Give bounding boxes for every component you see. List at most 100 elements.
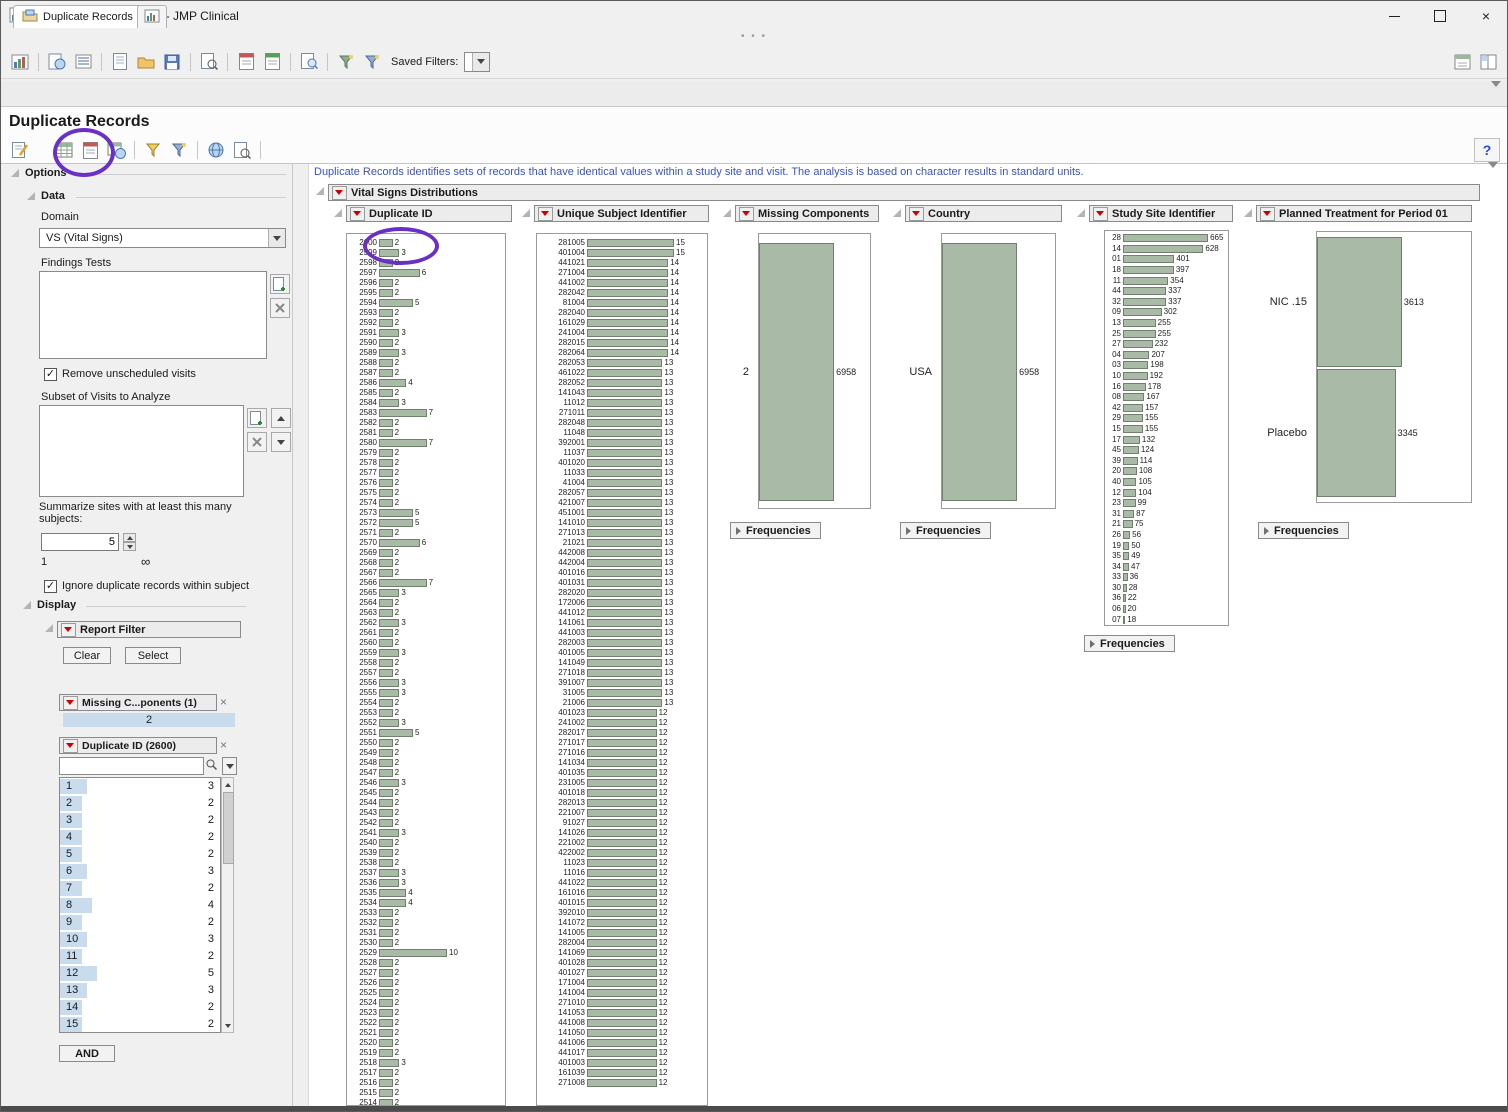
globe-document-icon[interactable] bbox=[45, 51, 69, 73]
histogram-bar[interactable] bbox=[1123, 372, 1148, 380]
tab-chart-view[interactable] bbox=[137, 5, 167, 28]
histogram-bar[interactable] bbox=[379, 969, 393, 977]
histogram-bar[interactable] bbox=[1123, 361, 1148, 369]
histogram-bar[interactable] bbox=[587, 719, 657, 727]
vital-signs-disclosure-icon[interactable] bbox=[316, 187, 324, 195]
histogram-bar-row[interactable]: 25582 bbox=[347, 658, 505, 668]
filter-list-row[interactable]: 92 bbox=[60, 914, 220, 931]
histogram-bar-row[interactable]: 28200313 bbox=[537, 638, 707, 648]
filter-yellow-icon[interactable] bbox=[141, 139, 165, 161]
histogram-bar-row[interactable]: 42200212 bbox=[537, 848, 707, 858]
window-layout-icon[interactable] bbox=[1476, 51, 1500, 73]
histogram-bar-row[interactable]: 25255 bbox=[1105, 328, 1228, 339]
histogram-bar[interactable] bbox=[379, 739, 393, 747]
histogram-bar[interactable] bbox=[587, 549, 662, 557]
histogram-bar[interactable] bbox=[1123, 330, 1156, 338]
histogram-bar[interactable] bbox=[379, 549, 393, 557]
preview-report-icon[interactable] bbox=[230, 139, 254, 161]
histogram-bar[interactable] bbox=[587, 369, 662, 377]
histogram-bar[interactable] bbox=[587, 859, 657, 867]
green-report-icon[interactable] bbox=[260, 51, 284, 73]
histogram-bar[interactable] bbox=[587, 529, 662, 537]
histogram-bar-row[interactable]: 39201012 bbox=[537, 908, 707, 918]
histogram-bar-row[interactable]: 45124 bbox=[1105, 445, 1228, 456]
remove-findings-test-button[interactable] bbox=[270, 298, 290, 318]
filter-save-icon[interactable] bbox=[360, 51, 384, 73]
histogram-bar-row[interactable]: 40102812 bbox=[537, 958, 707, 968]
histogram-bar-row[interactable]: 25162 bbox=[347, 1078, 505, 1088]
vital-signs-outline-header[interactable]: Vital Signs Distributions bbox=[328, 184, 1480, 201]
histogram-bar-row[interactable]: 25272 bbox=[347, 968, 505, 978]
histogram-bar-row[interactable]: 25422 bbox=[347, 818, 505, 828]
histogram-bar[interactable] bbox=[587, 349, 668, 357]
histogram-bar-row[interactable]: 39100713 bbox=[537, 678, 707, 688]
histogram-bar-row[interactable]: 25523 bbox=[347, 718, 505, 728]
red-table-icon[interactable] bbox=[78, 139, 102, 161]
data-filter-icon[interactable] bbox=[1488, 168, 1498, 180]
histogram-bar[interactable] bbox=[587, 539, 662, 547]
histogram-bar[interactable] bbox=[587, 839, 657, 847]
histogram-bar[interactable] bbox=[587, 309, 668, 317]
histogram-bar-row[interactable]: 03198 bbox=[1105, 360, 1228, 371]
red-triangle-icon[interactable] bbox=[909, 207, 924, 221]
help-button[interactable]: ? bbox=[1474, 138, 1500, 162]
histogram-bar[interactable] bbox=[587, 519, 662, 527]
country-disclosure-icon[interactable] bbox=[893, 209, 901, 217]
histogram-bar-row[interactable]: 14106113 bbox=[537, 618, 707, 628]
histogram-bar-row[interactable]: 0620 bbox=[1105, 604, 1228, 615]
filter-list-row[interactable]: 112 bbox=[60, 948, 220, 965]
close-filter-icon[interactable]: × bbox=[220, 695, 227, 709]
preview-document-icon[interactable] bbox=[197, 51, 221, 73]
histogram-bar-row[interactable]: 25202 bbox=[347, 1038, 505, 1048]
histogram-bar-row[interactable]: 14628 bbox=[1105, 244, 1228, 255]
histogram-bar[interactable] bbox=[587, 829, 657, 837]
histogram-bar[interactable] bbox=[379, 589, 399, 597]
histogram-bar-row[interactable]: 18397 bbox=[1105, 265, 1228, 276]
tab-duplicate-records[interactable]: Duplicate Records bbox=[13, 5, 142, 28]
scroll-up-icon[interactable] bbox=[222, 778, 233, 791]
histogram-bar-row[interactable]: 25593 bbox=[347, 648, 505, 658]
histogram-bar[interactable] bbox=[1123, 393, 1144, 401]
histogram-bar[interactable] bbox=[587, 279, 668, 287]
options-disclosure-icon[interactable] bbox=[11, 169, 19, 177]
histogram-bar-row[interactable]: 27100414 bbox=[537, 268, 707, 278]
filter-list-row[interactable]: 133 bbox=[60, 982, 220, 999]
histogram-bar-row[interactable]: 25976 bbox=[347, 268, 505, 278]
histogram-bar[interactable] bbox=[942, 243, 1017, 502]
histogram-bar[interactable] bbox=[379, 269, 420, 277]
histogram-bar-row[interactable]: 09302 bbox=[1105, 307, 1228, 318]
histogram-bar[interactable] bbox=[379, 1029, 393, 1037]
histogram-bar-row[interactable]: 17132 bbox=[1105, 434, 1228, 445]
histogram-bar-row[interactable]: 17100412 bbox=[537, 978, 707, 988]
filter-list-row[interactable]: 52 bbox=[60, 846, 220, 863]
histogram-bar-row[interactable]: 44101213 bbox=[537, 608, 707, 618]
data-table-icon[interactable] bbox=[52, 139, 76, 161]
panel-splitter[interactable] bbox=[293, 164, 309, 1106]
histogram-bar-row[interactable]: 28204214 bbox=[537, 288, 707, 298]
filter-list-row[interactable]: 22 bbox=[60, 795, 220, 812]
histogram-bar[interactable] bbox=[587, 259, 668, 267]
red-triangle-icon[interactable] bbox=[739, 207, 754, 221]
histogram-bar-row[interactable]: 28205713 bbox=[537, 488, 707, 498]
histogram-bar[interactable] bbox=[379, 729, 413, 737]
histogram-bar[interactable] bbox=[587, 579, 662, 587]
histogram-bar-row[interactable]: 28100515 bbox=[537, 238, 707, 248]
study-site-frequencies-button[interactable]: Frequencies bbox=[1084, 635, 1175, 652]
histogram-bar-row[interactable]: 28201514 bbox=[537, 338, 707, 348]
histogram-bar[interactable] bbox=[587, 509, 662, 517]
histogram-bar-row[interactable]: 25373 bbox=[347, 868, 505, 878]
histogram-bar-row[interactable]: 42100713 bbox=[537, 498, 707, 508]
histogram-bar-row[interactable]: 25572 bbox=[347, 668, 505, 678]
histogram-bar[interactable] bbox=[1123, 531, 1130, 539]
planned-treatment-frequencies-button[interactable]: Frequencies bbox=[1258, 522, 1349, 539]
histogram-bar-row[interactable]: 25222 bbox=[347, 1018, 505, 1028]
histogram-bar-row[interactable]: 08167 bbox=[1105, 392, 1228, 403]
histogram-bar[interactable] bbox=[379, 519, 413, 527]
red-triangle-icon[interactable] bbox=[63, 739, 78, 753]
histogram-bar-row[interactable]: 24100212 bbox=[537, 718, 707, 728]
histogram-bar[interactable] bbox=[587, 399, 662, 407]
histogram-bar-row[interactable]: 44100612 bbox=[537, 1038, 707, 1048]
histogram-bar-row[interactable]: 25882 bbox=[347, 358, 505, 368]
filter-list-row[interactable]: 13 bbox=[60, 778, 220, 795]
table-globe-icon[interactable] bbox=[104, 139, 128, 161]
